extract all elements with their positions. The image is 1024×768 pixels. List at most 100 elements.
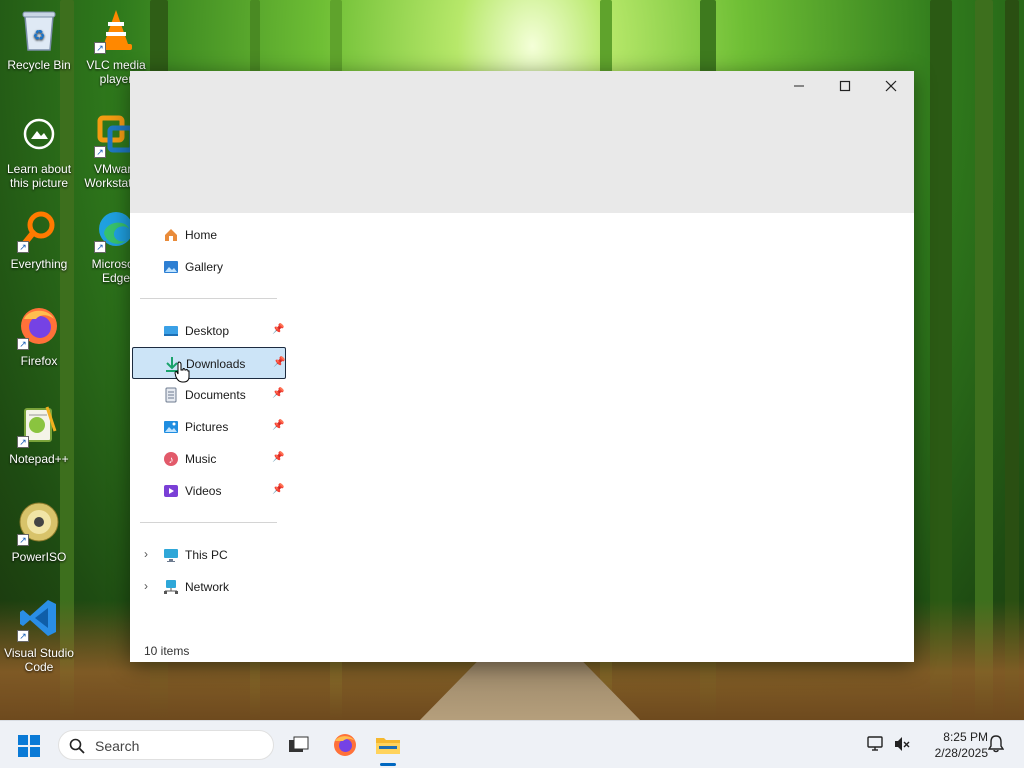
desktop-icon-everything[interactable]: ↗ Everything [1,205,77,271]
desktop-icon-notepadpp[interactable]: ↗ Notepad++ [1,400,77,466]
chevron-right-icon[interactable]: › [144,579,148,593]
tray-network-icon[interactable] [867,735,885,756]
desktop-icon-label: Code [24,660,54,674]
desktop-icon-label: Visual Studio [4,646,74,660]
desktop-icon-label: Notepad++ [9,452,69,466]
tray-volume-muted-icon[interactable] [893,735,911,756]
pictures-icon [163,419,179,435]
shortcut-arrow-icon: ↗ [17,241,29,253]
svg-text:♻: ♻ [33,27,46,43]
svg-text:♪: ♪ [169,455,174,466]
nav-item-label: Network [185,580,230,594]
desktop-icon-poweriso[interactable]: ↗ PowerISO [1,498,77,564]
nav-divider [140,298,277,299]
pin-icon[interactable]: 📌 [272,420,284,431]
nav-item-label: This PC [185,548,228,562]
nav-item-label: Home [185,228,218,242]
desktop-icon-label: Everything [10,257,68,271]
shortcut-arrow-icon: ↗ [17,630,29,642]
desktop-folder-icon [163,323,179,339]
folder-icon [376,738,400,754]
desktop-icon-label: Recycle Bin [7,58,71,72]
computer-icon [163,547,179,563]
close-icon [885,80,897,92]
nav-item-this-pc[interactable]: › This PC [132,539,286,571]
task-view-icon [289,736,309,752]
music-icon: ♪ [163,451,179,467]
firefox-icon: ↗ [15,302,63,350]
status-bar-item-count: 10 items [144,644,190,658]
taskbar: Search 8:25 PM 2/28/2025 [0,720,1024,768]
nav-item-label: Pictures [185,420,229,434]
nav-divider [140,522,277,523]
chevron-right-icon[interactable]: › [144,547,148,561]
task-view-button[interactable] [285,731,313,759]
nav-item-videos[interactable]: Videos 📌 [132,475,286,507]
desktop-icon-learn-about-picture[interactable]: Learn about this picture [1,110,77,190]
nav-item-music[interactable]: ♪ Music 📌 [132,443,286,475]
pin-icon[interactable]: 📌 [272,388,284,399]
nav-item-label: Downloads [186,357,246,371]
close-button[interactable] [868,71,914,101]
active-app-indicator [380,763,396,766]
start-button[interactable] [16,733,46,759]
desktop-icon-label: Learn about [6,162,72,176]
shortcut-arrow-icon: ↗ [17,436,29,448]
nav-item-documents[interactable]: Documents 📌 [132,379,286,411]
navigation-pane: Home Gallery Desktop 📌 Downloads 📌 Docum… [130,213,292,632]
firefox-icon [334,734,356,756]
desktop-icon-firefox[interactable]: ↗ Firefox [1,302,77,368]
document-icon [163,387,179,403]
shortcut-arrow-icon: ↗ [17,534,29,546]
nav-item-downloads[interactable]: Downloads 📌 [132,347,286,379]
pin-icon[interactable]: 📌 [272,452,284,463]
shortcut-arrow-icon: ↗ [94,241,106,253]
clock-date: 2/28/2025 [934,746,988,760]
hand-cursor-icon [174,361,190,386]
nav-item-label: Gallery [185,260,224,274]
search-icon [69,738,85,757]
taskbar-file-explorer[interactable] [374,731,402,759]
file-explorer-window: Home Gallery Desktop 📌 Downloads 📌 Docum… [130,71,914,662]
desktop-icon-vscode[interactable]: ↗ Visual Studio Code [1,594,77,674]
desktop-icon-recycle-bin[interactable]: ♻ Recycle Bin [1,6,77,72]
desktop-icon-label: Firefox [20,354,58,368]
clock-time: 8:25 PM [943,730,988,744]
recycle-bin-icon: ♻ [15,6,63,54]
vlc-cone-icon: ↗ [92,6,140,54]
system-clock[interactable]: 8:25 PM 2/28/2025 [918,729,988,761]
shortcut-arrow-icon: ↗ [94,146,106,158]
magnifier-icon: ↗ [15,205,63,253]
taskbar-search[interactable]: Search [58,730,274,760]
minimize-icon [794,85,804,87]
windows-logo-icon [18,735,40,757]
notification-bell-icon[interactable] [987,735,1005,756]
pin-icon[interactable]: 📌 [272,324,284,335]
nav-item-gallery[interactable]: Gallery [132,251,286,283]
nav-item-network[interactable]: › Network [132,571,286,603]
minimize-button[interactable] [776,71,822,101]
maximize-icon [839,80,851,92]
disc-icon: ↗ [15,498,63,546]
desktop-icon-label: VLC media [86,58,146,72]
maximize-button[interactable] [822,71,868,101]
shortcut-arrow-icon: ↗ [17,338,29,350]
nav-item-label: Documents [185,388,246,402]
content-area[interactable] [292,213,914,632]
home-icon [163,227,179,243]
notepadpp-icon: ↗ [15,400,63,448]
nav-item-label: Videos [185,484,222,498]
taskbar-firefox[interactable] [331,731,359,759]
nav-item-home[interactable]: Home [132,219,286,251]
pin-icon[interactable]: 📌 [273,357,285,368]
search-label: Search [95,738,140,754]
nav-item-desktop[interactable]: Desktop 📌 [132,315,286,347]
title-bar[interactable] [130,71,914,213]
nav-item-label: Music [185,452,217,466]
network-icon [163,579,179,595]
desktop-icon-label: PowerISO [11,550,67,564]
nav-item-pictures[interactable]: Pictures 📌 [132,411,286,443]
videos-icon [163,483,179,499]
pin-icon[interactable]: 📌 [272,484,284,495]
nav-item-label: Desktop [185,324,230,338]
